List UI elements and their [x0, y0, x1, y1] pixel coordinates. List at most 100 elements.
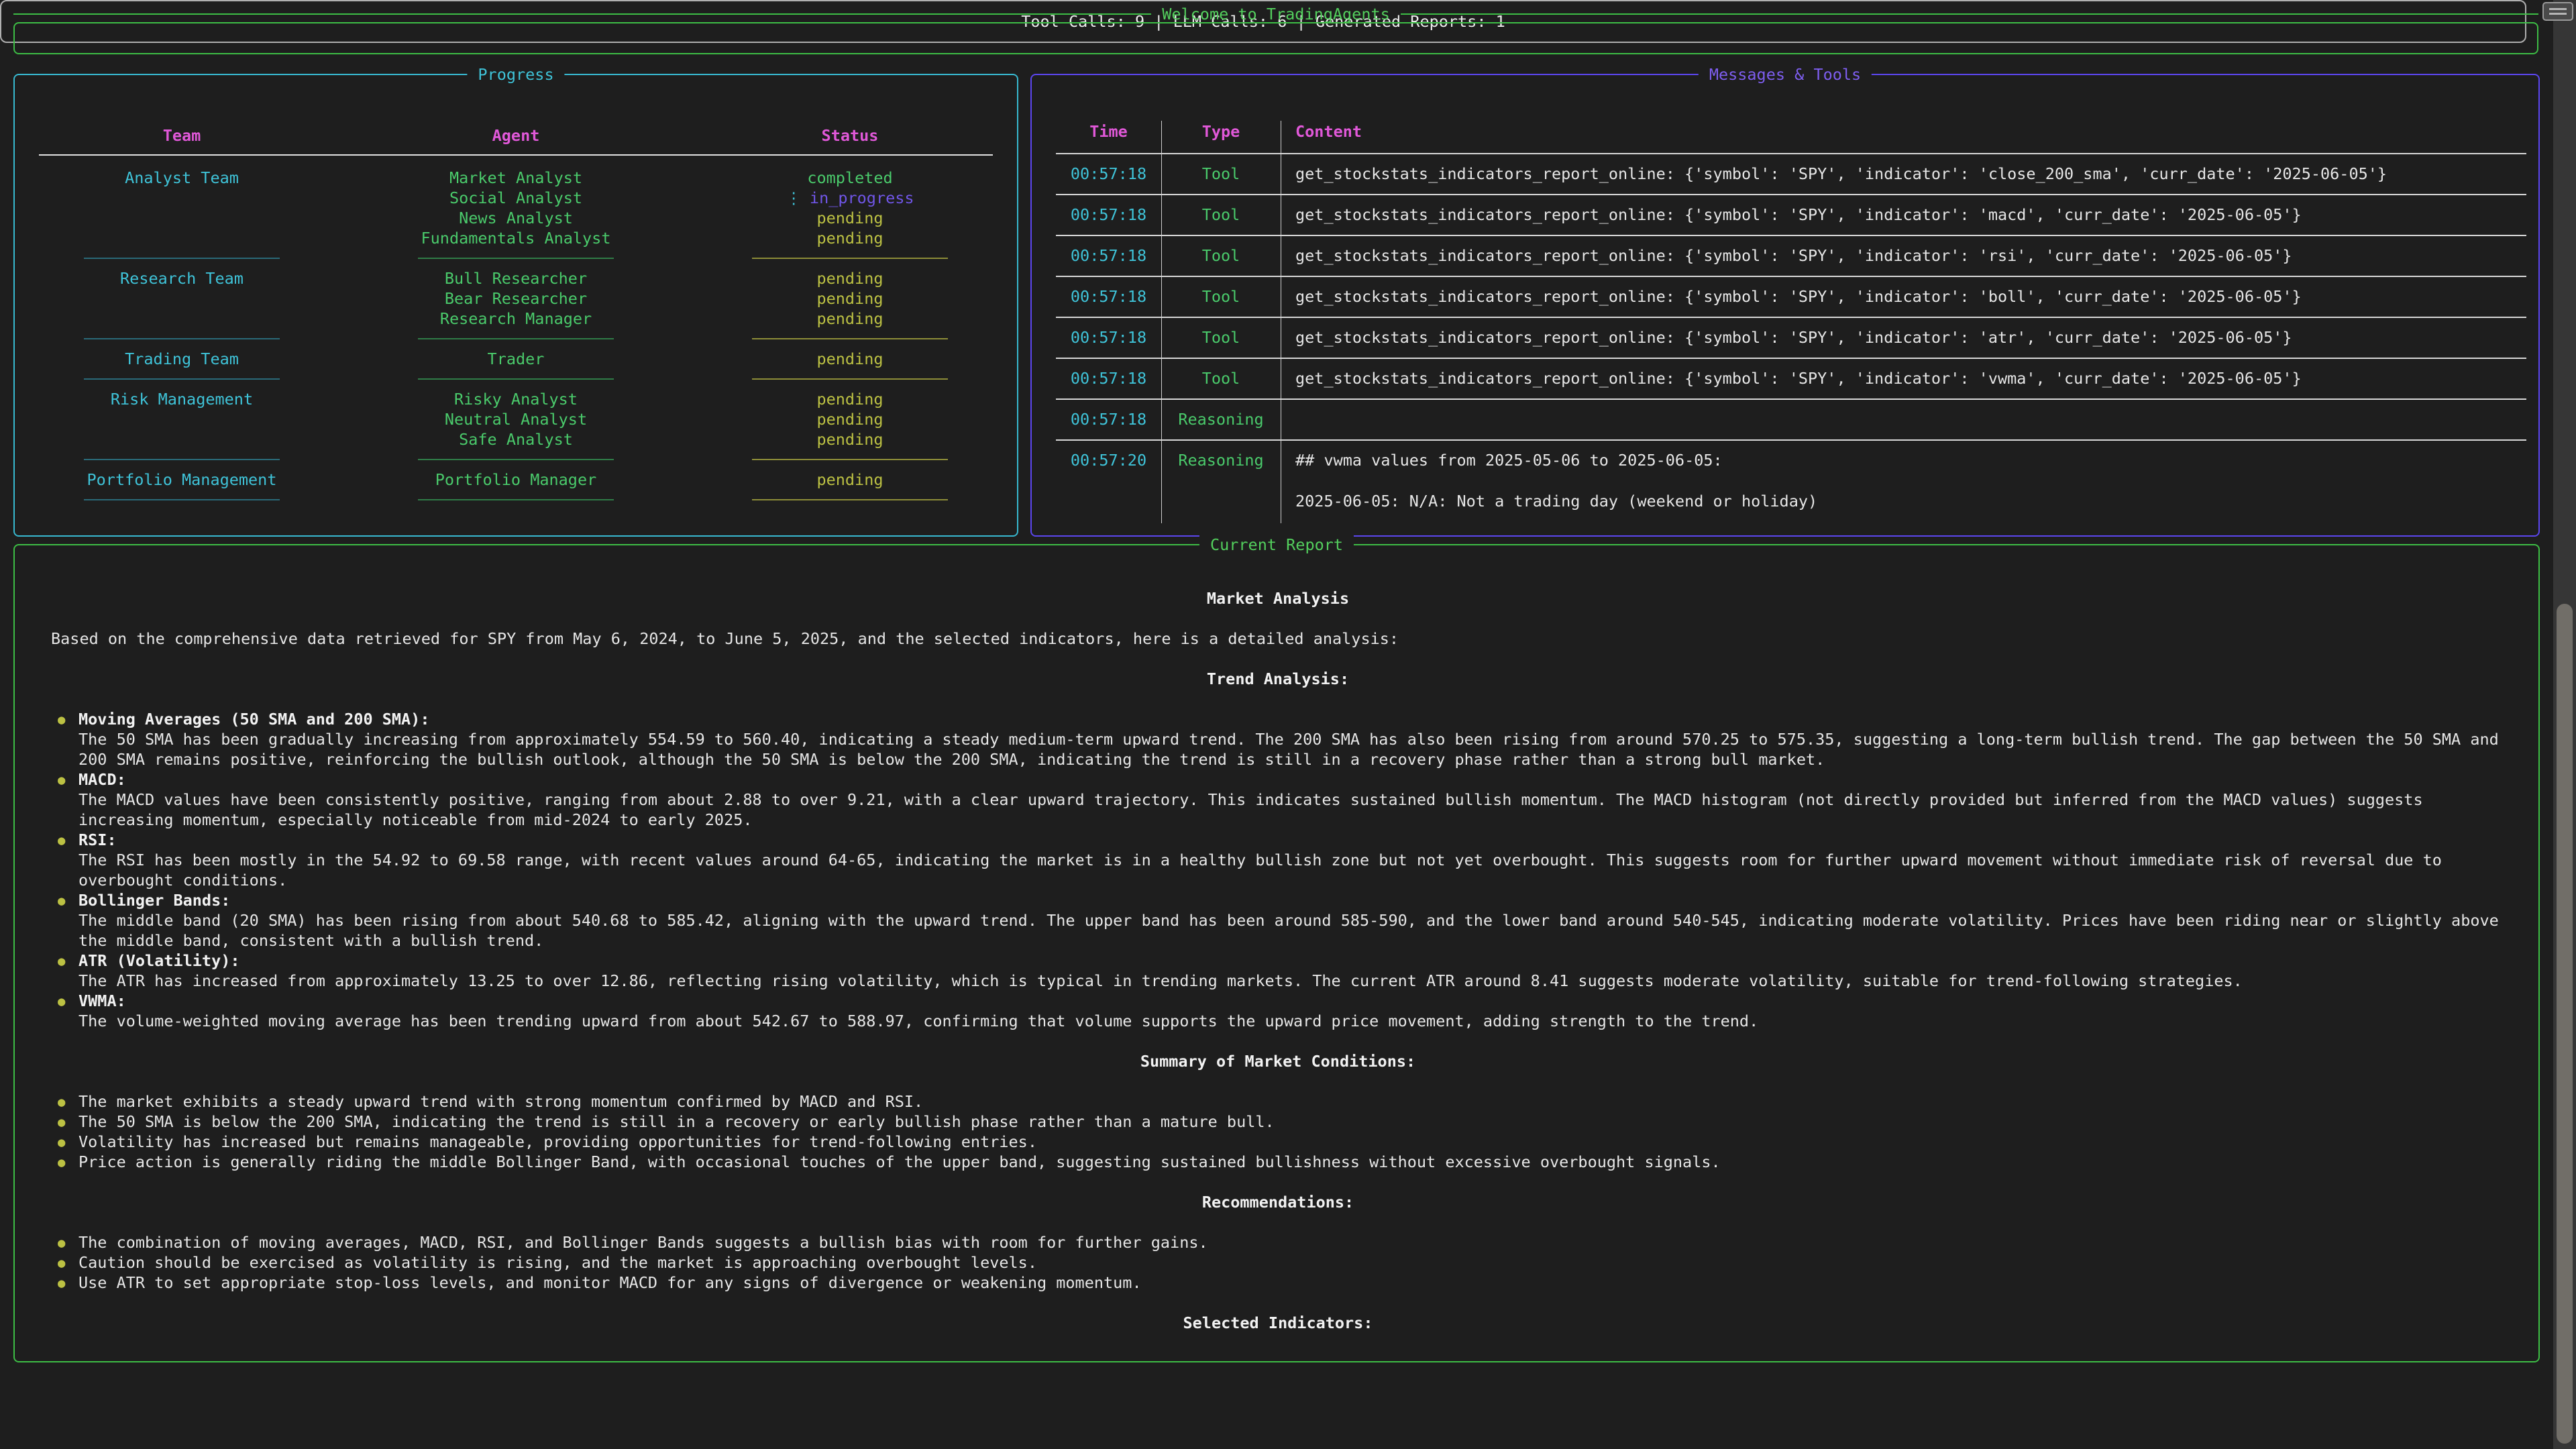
- messages-panel: Messages & Tools Time Type Content 00:57…: [1030, 74, 2540, 537]
- message-type: Tool: [1161, 326, 1281, 350]
- team-cell: [15, 258, 349, 259]
- group-divider: [752, 459, 948, 460]
- bullet-heading: VWMA:: [78, 991, 2505, 1011]
- status-badge: pending: [816, 470, 883, 489]
- status-cell: pending: [683, 429, 1017, 449]
- message-row: 00:57:18 Reasoning: [1056, 390, 2526, 431]
- message-type: Tool: [1161, 162, 1281, 186]
- agent-cell: Portfolio Manager: [349, 470, 683, 490]
- agent-cell: Social Analyst: [349, 188, 683, 208]
- message-type: Tool: [1161, 244, 1281, 268]
- status-cell: [683, 499, 1017, 500]
- progress-row: Risk Management Risky Analyst pending: [15, 389, 1017, 409]
- message-row: 00:57:18 Tool get_stockstats_indicators_…: [1056, 145, 2526, 186]
- report-bullet: Price action is generally riding the mid…: [51, 1152, 2505, 1172]
- column-header-time: Time: [1056, 118, 1161, 145]
- messages-table: Time Type Content 00:57:18 Tool get_stoc…: [1056, 118, 2526, 513]
- progress-row: Research Manager pending: [15, 309, 1017, 329]
- agent-cell: Risky Analyst: [349, 389, 683, 409]
- report-bullet: The 50 SMA is below the 200 SMA, indicat…: [51, 1112, 2505, 1132]
- team-label: Portfolio Management: [87, 470, 277, 489]
- report-bullet: Bollinger Bands:The middle band (20 SMA)…: [51, 890, 2505, 951]
- group-divider: [752, 378, 948, 380]
- app-title: Welcome to TradingAgents: [1162, 5, 1390, 23]
- bullet-heading: RSI:: [78, 830, 2505, 850]
- message-content: get_stockstats_indicators_report_online:…: [1281, 326, 2526, 350]
- agent-cell: [349, 378, 683, 380]
- progress-rows: Analyst Team Market Analyst completed: [15, 168, 1017, 510]
- agent-cell: Neutral Analyst: [349, 409, 683, 429]
- bullet-body: The ATR has increased from approximately…: [78, 971, 2243, 990]
- message-content: get_stockstats_indicators_report_online:…: [1281, 285, 2526, 309]
- progress-panel: Progress Team Agent Status Analyst Team …: [13, 74, 1018, 537]
- progress-row: Neutral Analyst pending: [15, 409, 1017, 429]
- report-bullet: The market exhibits a steady upward tren…: [51, 1091, 2505, 1112]
- message-type: Tool: [1161, 285, 1281, 309]
- agent-label: News Analyst: [459, 209, 573, 227]
- progress-table: Team Agent Status Analyst Team Market An…: [15, 122, 1017, 510]
- progress-row: [15, 369, 1017, 389]
- agent-label: Portfolio Manager: [435, 470, 597, 489]
- team-cell: Research Team: [15, 268, 349, 288]
- spinner-icon: ⋮: [786, 189, 802, 207]
- bullet-heading: ATR (Volatility):: [78, 951, 2505, 971]
- agent-cell: [349, 338, 683, 339]
- progress-table-header: Team Agent Status: [15, 122, 1017, 149]
- message-content: get_stockstats_indicators_report_online:…: [1281, 244, 2526, 268]
- status-badge: pending: [816, 309, 883, 328]
- agent-cell: [349, 459, 683, 460]
- row-divider: [1056, 268, 2526, 285]
- messages-table-header: Time Type Content: [1056, 118, 2526, 145]
- status-badge: completed: [807, 168, 892, 187]
- agent-cell: [349, 258, 683, 259]
- recommendations-heading: Recommendations:: [51, 1192, 2505, 1212]
- team-label: Trading Team: [125, 350, 239, 368]
- status-badge: pending: [816, 269, 883, 288]
- message-content: ## vwma values from 2025-05-06 to 2025-0…: [1281, 449, 2526, 513]
- row-divider: [1056, 390, 2526, 408]
- group-divider: [84, 258, 280, 259]
- agent-cell: [349, 499, 683, 500]
- message-time: 00:57:20: [1056, 449, 1161, 513]
- report-panel: Current Report Market Analysis Based on …: [13, 544, 2540, 1362]
- status-cell: [683, 378, 1017, 380]
- selected-indicators-heading: Selected Indicators:: [51, 1313, 2505, 1333]
- status-badge: pending: [816, 350, 883, 368]
- report-bullet: Use ATR to set appropriate stop-loss lev…: [51, 1273, 2505, 1293]
- column-header-agent: Agent: [349, 122, 683, 149]
- header-divider: [39, 154, 993, 156]
- status-cell: pending: [683, 349, 1017, 369]
- progress-row: [15, 449, 1017, 470]
- report-bullet: Caution should be exercised as volatilit…: [51, 1252, 2505, 1273]
- message-time: 00:57:18: [1056, 244, 1161, 268]
- agent-label: Research Manager: [440, 309, 592, 328]
- scrollbar-thumb[interactable]: [2557, 604, 2573, 1444]
- column-header-content: Content: [1281, 118, 2526, 145]
- messages-panel-title: Messages & Tools: [1699, 64, 1872, 85]
- scroll-indicator-icon[interactable]: [2542, 2, 2573, 21]
- message-content: get_stockstats_indicators_report_online:…: [1281, 203, 2526, 227]
- status-badge: pending: [816, 390, 883, 409]
- bullet-heading: MACD:: [78, 769, 2505, 790]
- message-row: 00:57:18 Tool get_stockstats_indicators_…: [1056, 186, 2526, 227]
- agent-label: Market Analyst: [449, 168, 582, 187]
- group-divider: [418, 258, 614, 259]
- team-label: Risk Management: [111, 390, 253, 409]
- group-divider: [84, 459, 280, 460]
- scrollbar-track[interactable]: [2553, 0, 2576, 1449]
- agent-cell: Research Manager: [349, 309, 683, 329]
- status-badge: in_progress: [810, 189, 914, 207]
- report-bullet: Moving Averages (50 SMA and 200 SMA):The…: [51, 709, 2505, 769]
- status-badge: pending: [816, 289, 883, 308]
- message-time: 00:57:18: [1056, 162, 1161, 186]
- agent-cell: Market Analyst: [349, 168, 683, 188]
- team-cell: Portfolio Management: [15, 470, 349, 490]
- group-divider: [418, 338, 614, 339]
- bullet-body: The middle band (20 SMA) has been rising…: [78, 911, 2499, 950]
- agent-cell: Fundamentals Analyst: [349, 228, 683, 248]
- progress-row: Research Team Bull Researcher pending: [15, 268, 1017, 288]
- message-row: 00:57:20 Reasoning ## vwma values from 2…: [1056, 431, 2526, 513]
- message-row: 00:57:18 Tool get_stockstats_indicators_…: [1056, 350, 2526, 390]
- welcome-panel: [13, 22, 2538, 54]
- row-divider: [1056, 227, 2526, 244]
